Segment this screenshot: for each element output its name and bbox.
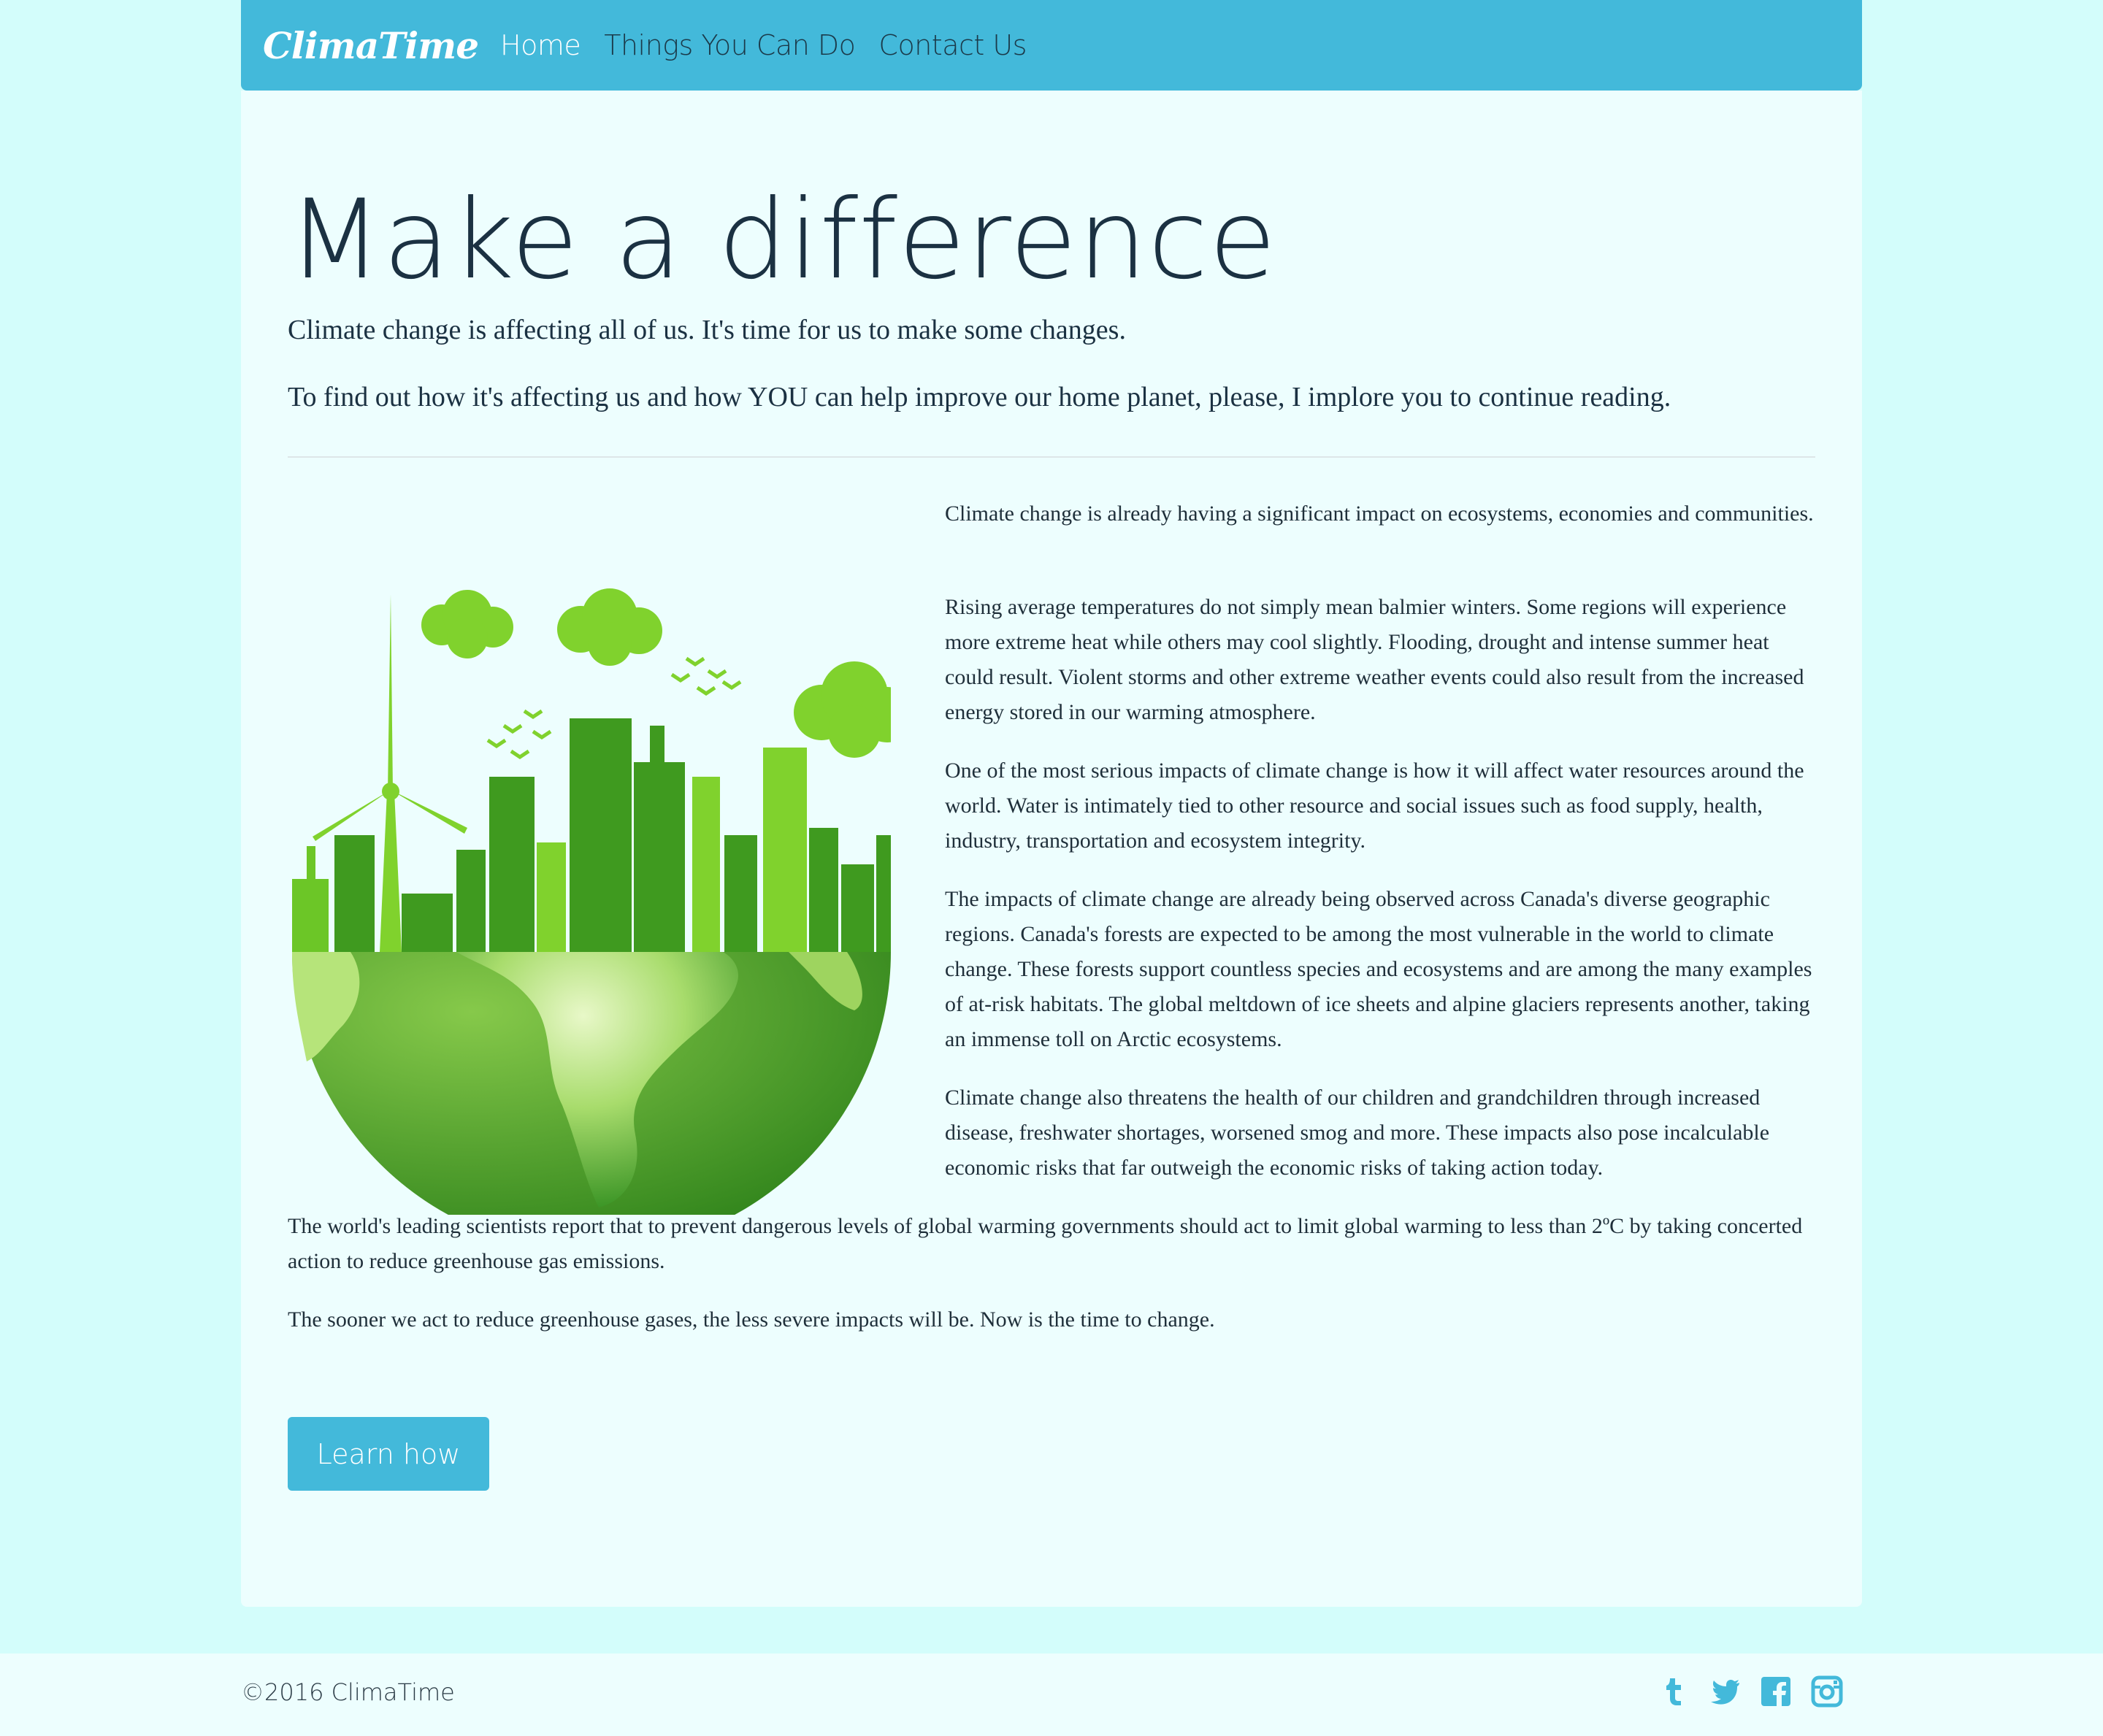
main-content-panel: Make a difference Climate change is affe… [241,91,1862,1607]
facebook-icon[interactable] [1760,1675,1792,1708]
brand-logo[interactable]: ClimaTime [263,24,479,67]
section-divider [288,456,1815,458]
paragraph: The sooner we act to reduce greenhouse g… [288,1307,1215,1332]
paragraph: The world's leading scientists report th… [288,1214,1803,1273]
paragraph: Climate change is already having a signi… [945,502,1814,526]
paragraph: Climate change also threatens the health… [945,1086,1770,1180]
instagram-icon[interactable] [1811,1675,1843,1708]
copyright-text: ©2016 ClimaTime [241,1678,455,1706]
paragraph: One of the most serious impacts of clima… [945,758,1804,853]
cloud-icon [794,661,891,758]
green-earth-city-illustration [292,588,891,1215]
top-navbar: ClimaTime Home Things You Can Do Contact… [241,0,1862,91]
twitter-icon[interactable] [1709,1675,1741,1708]
learn-how-button[interactable]: Learn how [288,1417,489,1491]
page-footer: ©2016 ClimaTime [0,1654,2103,1736]
paragraph: The impacts of climate change are alread… [945,887,1812,1051]
nav-home-link[interactable]: Home [500,29,581,61]
cloud-icon [421,590,513,658]
page-title: Make a difference [288,177,1277,304]
paragraph: Rising average temperatures do not simpl… [945,595,1804,724]
nav-things-you-can-do-link[interactable]: Things You Can Do [604,29,856,61]
social-links [1658,1675,1843,1708]
hero-lead-1: Climate change is affecting all of us. I… [288,315,1126,345]
hero-lead-2: To find out how it's affecting us and ho… [288,382,1671,412]
nav-contact-us-link[interactable]: Contact Us [878,29,1027,61]
tumblr-icon[interactable] [1658,1675,1690,1708]
cloud-icon [557,588,662,666]
